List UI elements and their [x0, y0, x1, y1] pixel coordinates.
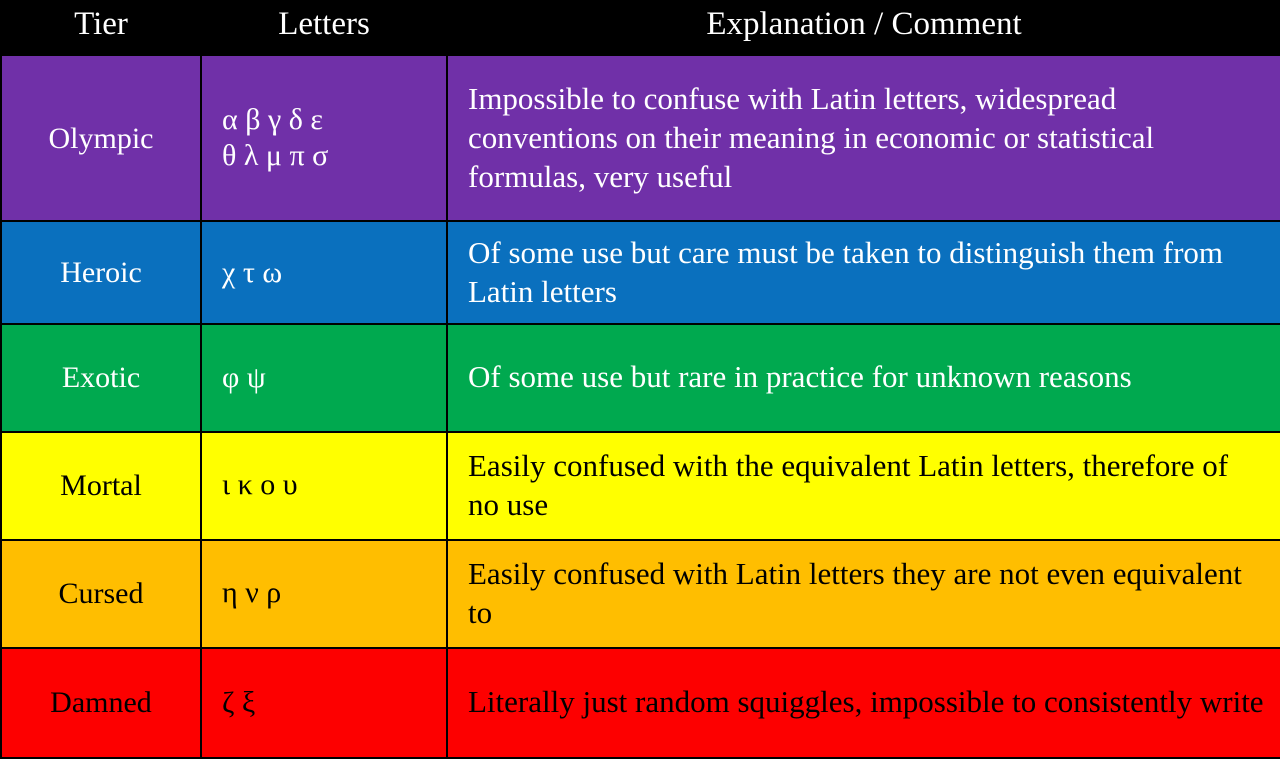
tier-letters-olympic: α β γ δ ε θ λ μ π σ: [200, 53, 448, 223]
tier-label-heroic: Heroic: [0, 220, 202, 326]
tier-explanation-cursed: Easily confused with Latin letters they …: [446, 538, 1280, 649]
tier-explanation-exotic: Of some use but rare in practice for unk…: [446, 323, 1280, 433]
tier-label-mortal: Mortal: [0, 430, 202, 541]
table-row-exotic: Exotic φ ψ Of some use but rare in pract…: [0, 323, 1280, 433]
table-body: Olympic α β γ δ ε θ λ μ π σ Impossible t…: [0, 53, 1280, 759]
table-row-olympic: Olympic α β γ δ ε θ λ μ π σ Impossible t…: [0, 53, 1280, 223]
table-row-damned: Damned ζ ξ Literally just random squiggl…: [0, 646, 1280, 759]
column-header-tier: Tier: [1, 0, 201, 55]
tier-explanation-olympic: Impossible to confuse with Latin letters…: [446, 53, 1280, 223]
header-row: Tier Letters Explanation / Comment: [1, 0, 1280, 55]
tier-letters-exotic: φ ψ: [200, 323, 448, 433]
table-row-cursed: Cursed η ν ρ Easily confused with Latin …: [0, 538, 1280, 649]
table-header: Tier Letters Explanation / Comment: [1, 0, 1280, 55]
tier-explanation-heroic: Of some use but care must be taken to di…: [446, 220, 1280, 326]
greek-letter-tier-table: Tier Letters Explanation / Comment Olymp…: [0, 0, 1280, 759]
column-header-explanation: Explanation / Comment: [447, 0, 1280, 55]
table-row-mortal: Mortal ι κ ο υ Easily confused with the …: [0, 430, 1280, 541]
tier-letters-mortal: ι κ ο υ: [200, 430, 448, 541]
tier-label-damned: Damned: [0, 646, 202, 759]
table-row-heroic: Heroic χ τ ω Of some use but care must b…: [0, 220, 1280, 326]
tier-explanation-mortal: Easily confused with the equivalent Lati…: [446, 430, 1280, 541]
tier-letters-damned: ζ ξ: [200, 646, 448, 759]
tier-explanation-damned: Literally just random squiggles, impossi…: [446, 646, 1280, 759]
tier-label-exotic: Exotic: [0, 323, 202, 433]
tier-label-cursed: Cursed: [0, 538, 202, 649]
tier-letters-heroic: χ τ ω: [200, 220, 448, 326]
tier-letters-cursed: η ν ρ: [200, 538, 448, 649]
tier-label-olympic: Olympic: [0, 53, 202, 223]
column-header-letters: Letters: [201, 0, 447, 55]
